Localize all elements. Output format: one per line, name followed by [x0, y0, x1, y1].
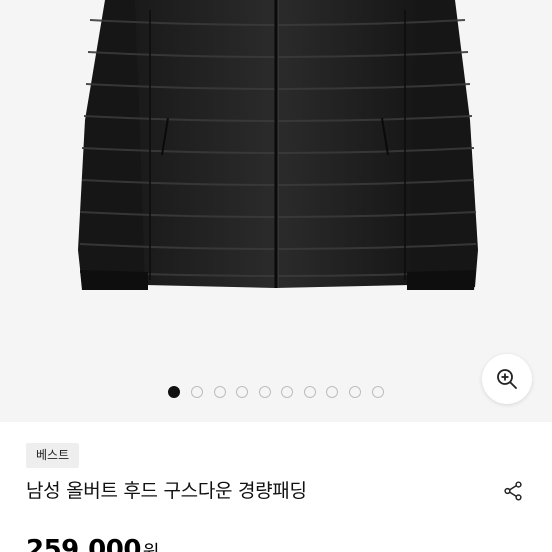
- product-image-jacket: [78, 0, 478, 290]
- product-title: 남성 올버트 후드 구스다운 경량패딩: [26, 480, 307, 502]
- product-price: 259,000원: [26, 534, 159, 552]
- slide-dot-1[interactable]: [168, 386, 181, 398]
- slide-dot-9[interactable]: [349, 386, 362, 398]
- slide-dot-7[interactable]: [303, 386, 316, 398]
- price-currency: 원: [143, 542, 160, 552]
- slide-dot-2[interactable]: [190, 386, 203, 398]
- slide-dot-4[interactable]: [236, 386, 249, 398]
- slide-dot-3[interactable]: [213, 386, 226, 398]
- slide-dot-8[interactable]: [326, 386, 339, 398]
- product-image-gallery[interactable]: [0, 0, 552, 422]
- share-icon: [504, 481, 522, 501]
- price-value: 259,000: [26, 535, 141, 552]
- slide-indicator: [0, 386, 552, 398]
- product-info: 베스트 남성 올버트 후드 구스다운 경량패딩 259,000원: [0, 422, 552, 552]
- slide-dot-10[interactable]: [371, 386, 384, 398]
- share-button[interactable]: [502, 480, 526, 504]
- slide-dot-5[interactable]: [258, 386, 271, 398]
- slide-dot-6[interactable]: [281, 386, 294, 398]
- best-badge: 베스트: [26, 443, 80, 468]
